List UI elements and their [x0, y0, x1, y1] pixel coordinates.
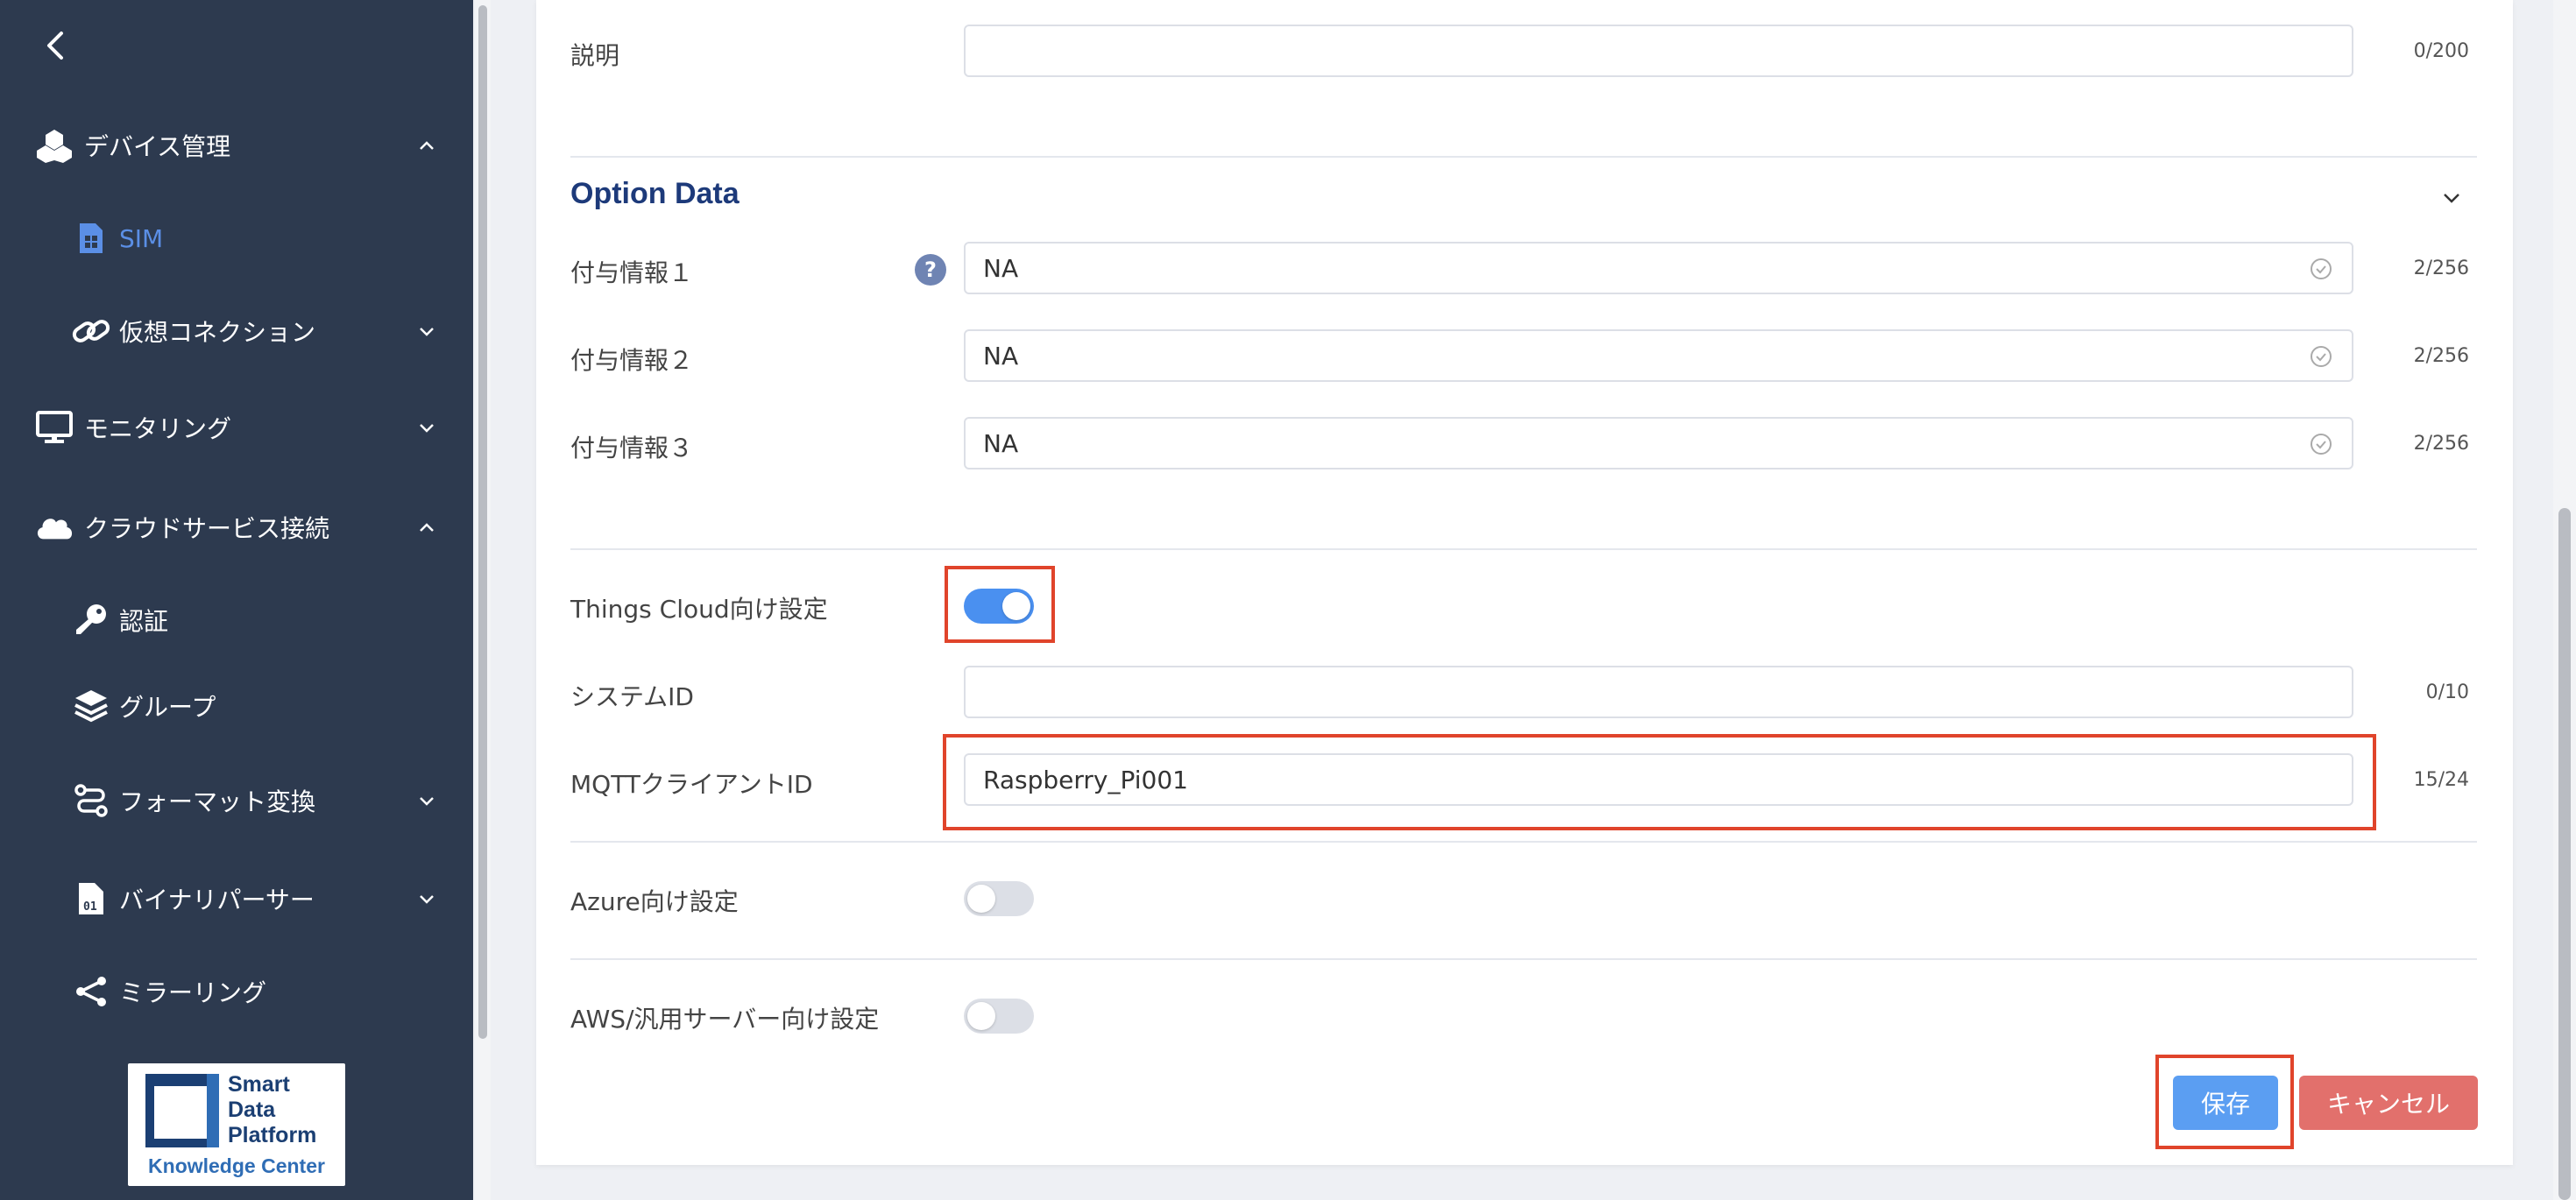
description-counter: 0/200 [2413, 40, 2469, 62]
option-3-field[interactable] [964, 417, 2353, 469]
logo-subtitle: Knowledge Center [148, 1154, 325, 1177]
sidebar-item-device-management[interactable]: デバイス管理 [0, 110, 473, 180]
sidebar-item-auth[interactable]: 認証 [0, 585, 473, 655]
option-3-label: 付与情報３ [570, 434, 694, 462]
description-label: 説明 [570, 41, 620, 70]
things-cloud-label: Things Cloud向け設定 [570, 595, 828, 624]
sidebar-item-label: モニタリング [84, 414, 232, 443]
chevron-up-icon[interactable] [414, 132, 440, 159]
logo-line1: Smart [228, 1072, 290, 1097]
sidebar-item-cloud-service[interactable]: クラウドサービス接続 [0, 492, 473, 562]
sidebar: デバイス管理 SIM 仮想コネクション モニタリング クラウドサービス接続 認証 [0, 0, 473, 1200]
smart-data-platform-logo-icon [145, 1074, 219, 1147]
sim-card-icon [72, 219, 110, 258]
azure-label: Azure向け設定 [570, 887, 739, 916]
sidebar-item-label: クラウドサービス接続 [84, 514, 330, 543]
sidebar-item-label: 仮想コネクション [119, 318, 316, 347]
option-1-label: 付与情報１ [570, 258, 694, 287]
description-field[interactable] [964, 25, 2353, 77]
option-2-field[interactable] [964, 329, 2353, 382]
system-id-label: システムID [570, 682, 694, 711]
form-card [536, 0, 2513, 1165]
aws-label: AWS/汎用サーバー向け設定 [570, 1005, 880, 1034]
sidebar-item-virtual-connection[interactable]: 仮想コネクション [0, 296, 473, 366]
sidebar-item-label: デバイス管理 [84, 132, 231, 161]
devices-icon [35, 126, 74, 165]
chevron-down-icon[interactable] [414, 787, 440, 814]
chevron-up-icon[interactable] [414, 514, 440, 540]
logo-line3: Platform [228, 1123, 317, 1147]
sidebar-item-monitoring[interactable]: モニタリング [0, 392, 473, 462]
layers-icon [72, 687, 110, 725]
check-circle-icon [2311, 346, 2332, 367]
chevron-down-icon[interactable] [2438, 184, 2466, 212]
option-3-input[interactable] [983, 419, 2297, 468]
azure-toggle[interactable] [964, 881, 1034, 916]
key-icon [72, 601, 110, 639]
chevron-down-icon[interactable] [414, 414, 440, 441]
toggle-knob [967, 885, 995, 913]
option-2-counter: 2/256 [2413, 345, 2469, 367]
highlight-box [945, 566, 1055, 643]
mqtt-client-id-label: MQTTクライアントID [570, 770, 813, 799]
highlight-box [943, 734, 2376, 830]
check-circle-icon [2311, 258, 2332, 279]
knowledge-center-logo[interactable]: Smart Data Platform Knowledge Center [128, 1063, 345, 1186]
option-2-input[interactable] [983, 331, 2297, 380]
link-icon [72, 312, 110, 350]
logo-text: Smart Data Platform [228, 1072, 342, 1148]
sidebar-item-label: グループ [119, 693, 216, 722]
check-circle-icon [2311, 434, 2332, 455]
description-input[interactable] [983, 26, 2297, 75]
route-icon [72, 781, 110, 820]
chevron-down-icon[interactable] [414, 318, 440, 344]
option-3-counter: 2/256 [2413, 433, 2469, 455]
option-1-field[interactable] [964, 242, 2353, 294]
sidebar-scrollbar-thumb[interactable] [478, 5, 487, 1039]
toggle-knob [967, 1002, 995, 1030]
chevron-down-icon[interactable] [414, 886, 440, 912]
option-2-label: 付与情報２ [570, 346, 694, 375]
option-1-input[interactable] [983, 244, 2297, 293]
monitor-icon [35, 408, 74, 447]
divider [570, 548, 2477, 550]
sidebar-item-label: バイナリパーサー [119, 886, 315, 914]
divider [570, 841, 2477, 843]
sidebar-item-label: フォーマット変換 [119, 787, 316, 816]
help-icon[interactable]: ? [915, 254, 946, 286]
sidebar-item-label: 認証 [119, 607, 169, 636]
sidebar-item-group[interactable]: グループ [0, 671, 473, 741]
sidebar-item-mirroring[interactable]: ミラーリング [0, 956, 473, 1027]
logo-line2: Data [228, 1098, 276, 1122]
option-1-counter: 2/256 [2413, 258, 2469, 279]
divider [570, 156, 2477, 158]
cloud-icon [35, 508, 74, 547]
share-icon [72, 972, 110, 1011]
cancel-button[interactable]: キャンセル [2299, 1076, 2478, 1130]
option-data-title: Option Data [570, 177, 740, 210]
system-id-counter: 0/10 [2425, 681, 2469, 703]
sidebar-item-sim[interactable]: SIM [0, 203, 473, 273]
sidebar-item-label: SIM [119, 223, 164, 253]
svg-text:01: 01 [83, 900, 97, 914]
sidebar-item-binary-parser[interactable]: 01 バイナリパーサー [0, 864, 473, 934]
system-id-field[interactable] [964, 666, 2353, 718]
system-id-input[interactable] [983, 667, 2297, 716]
divider [570, 958, 2477, 960]
mqtt-client-id-counter: 15/24 [2413, 769, 2469, 791]
aws-toggle[interactable] [964, 999, 1034, 1034]
sidebar-item-label: ミラーリング [119, 978, 267, 1007]
sidebar-item-format-conversion[interactable]: フォーマット変換 [0, 766, 473, 836]
page-scrollbar-thumb[interactable] [2558, 508, 2571, 1200]
highlight-box [2155, 1055, 2294, 1149]
binary-file-icon: 01 [72, 879, 110, 918]
back-arrow-icon[interactable] [39, 26, 74, 65]
